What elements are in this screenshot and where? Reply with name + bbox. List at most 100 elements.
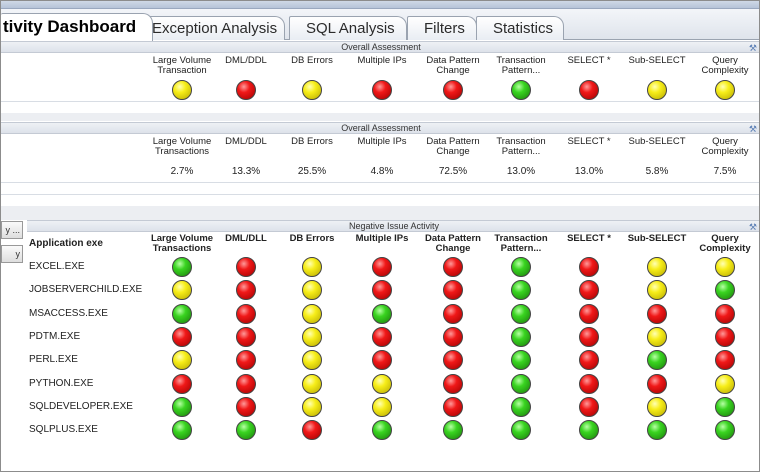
column-header: Multiple IPs xyxy=(357,136,407,147)
column-header: DB Errors xyxy=(289,233,335,244)
side-button-1[interactable]: y ... xyxy=(1,221,23,239)
wrench-icon[interactable]: ⚒ xyxy=(749,43,757,54)
status-light-green xyxy=(647,420,667,441)
status-light-red xyxy=(443,280,463,301)
application-name[interactable]: SQLPLUS.EXE xyxy=(29,424,98,435)
status-light-yellow xyxy=(172,80,192,100)
status-light-green xyxy=(715,396,735,417)
status-light-red xyxy=(715,326,735,347)
status-light-green xyxy=(511,396,531,417)
column-header: Transaction Pattern... xyxy=(496,136,546,157)
divider xyxy=(1,101,759,102)
tab-statistics[interactable]: Statistics xyxy=(476,16,564,40)
column-header: Transaction Pattern... xyxy=(496,55,546,76)
status-light-green xyxy=(511,280,531,301)
status-light-red xyxy=(579,257,599,277)
status-light-green xyxy=(372,303,392,324)
overall-status-title: Overall Assessment xyxy=(341,42,421,52)
wrench-icon[interactable]: ⚒ xyxy=(749,124,757,135)
status-light-yellow xyxy=(302,80,322,100)
application-name[interactable]: SQLDEVELOPER.EXE xyxy=(29,401,133,412)
overall-status-header: Overall Assessment ⚒ xyxy=(1,41,759,54)
negative-activity-header: Negative Issue Activity ⚒ xyxy=(27,220,759,233)
column-header: SELECT * xyxy=(567,233,611,244)
status-light-red xyxy=(236,303,256,324)
status-light-red xyxy=(172,373,192,394)
application-name[interactable]: MSACCESS.EXE xyxy=(29,308,108,319)
status-light-red xyxy=(236,326,256,347)
status-light-red xyxy=(372,326,392,347)
status-light-yellow xyxy=(302,350,322,371)
status-light-red xyxy=(302,420,322,441)
column-header: DB Errors xyxy=(291,55,333,66)
status-light-red xyxy=(715,303,735,324)
tab-filters[interactable]: Filters xyxy=(407,16,477,40)
status-light-red xyxy=(443,326,463,347)
percent-value: 72.5% xyxy=(438,166,468,177)
percent-value: 13.0% xyxy=(574,166,604,177)
application-name[interactable]: PERL.EXE xyxy=(29,354,78,365)
tab-exception-analysis[interactable]: Exception Analysis xyxy=(135,16,285,40)
column-header: Query Complexity xyxy=(701,136,749,157)
status-light-red xyxy=(236,80,256,100)
application-name[interactable]: EXCEL.EXE xyxy=(29,261,85,272)
status-light-red xyxy=(647,373,667,394)
wrench-icon[interactable]: ⚒ xyxy=(749,222,757,233)
status-light-green xyxy=(511,326,531,347)
status-light-yellow xyxy=(172,280,192,301)
column-header: Data Pattern Change xyxy=(425,233,481,254)
status-light-yellow xyxy=(647,257,667,277)
column-header: Data Pattern Change xyxy=(426,136,480,157)
status-light-red xyxy=(579,350,599,371)
application-name[interactable]: PDTM.EXE xyxy=(29,331,80,342)
status-light-green xyxy=(647,350,667,371)
status-light-yellow xyxy=(172,350,192,371)
status-light-red xyxy=(236,257,256,277)
column-header: DML/DLL xyxy=(225,233,267,244)
application-name[interactable]: PYTHON.EXE xyxy=(29,378,93,389)
column-header: Transaction Pattern... xyxy=(494,233,548,254)
application-name[interactable]: JOBSERVERCHILD.EXE xyxy=(29,284,142,295)
status-light-green xyxy=(172,303,192,324)
status-light-yellow xyxy=(302,303,322,324)
column-header: Query Complexity xyxy=(699,233,751,254)
percent-value: 13.3% xyxy=(231,166,261,177)
tab-activity-dashboard[interactable]: tivity Dashboard xyxy=(1,13,154,41)
status-light-green xyxy=(511,303,531,324)
status-light-yellow xyxy=(647,326,667,347)
status-light-red xyxy=(579,326,599,347)
status-light-red xyxy=(715,350,735,371)
status-light-green xyxy=(236,420,256,441)
status-light-red xyxy=(443,373,463,394)
status-light-green xyxy=(579,420,599,441)
column-header: SELECT * xyxy=(567,55,611,66)
title-strip xyxy=(1,1,759,9)
status-light-green xyxy=(172,396,192,417)
dashboard-window: tivity Dashboard Exception Analysis SQL … xyxy=(0,0,760,472)
status-light-red xyxy=(236,350,256,371)
tab-sql-analysis[interactable]: SQL Analysis xyxy=(289,16,407,40)
status-light-yellow xyxy=(647,396,667,417)
status-light-yellow xyxy=(647,280,667,301)
status-light-red xyxy=(443,350,463,371)
negative-activity-title: Negative Issue Activity xyxy=(348,221,440,231)
status-light-green xyxy=(172,420,192,441)
status-light-red xyxy=(372,280,392,301)
percent-value: 13.0% xyxy=(506,166,536,177)
percent-value: 5.8% xyxy=(645,166,669,177)
column-header: Sub-SELECT xyxy=(627,233,687,244)
status-light-yellow xyxy=(372,396,392,417)
column-header: SELECT * xyxy=(567,136,611,147)
status-light-green xyxy=(511,257,531,277)
percent-value: 2.7% xyxy=(170,166,194,177)
status-light-yellow xyxy=(302,396,322,417)
status-light-green xyxy=(715,280,735,301)
column-header: DB Errors xyxy=(291,136,333,147)
overall-percent-header: Overall Assessment ⚒ xyxy=(1,122,759,135)
status-light-red xyxy=(372,80,392,100)
status-light-red xyxy=(372,257,392,277)
percent-value: 7.5% xyxy=(713,166,737,177)
status-light-red xyxy=(443,80,463,100)
side-button-2[interactable]: y xyxy=(1,245,23,263)
status-light-red xyxy=(236,373,256,394)
